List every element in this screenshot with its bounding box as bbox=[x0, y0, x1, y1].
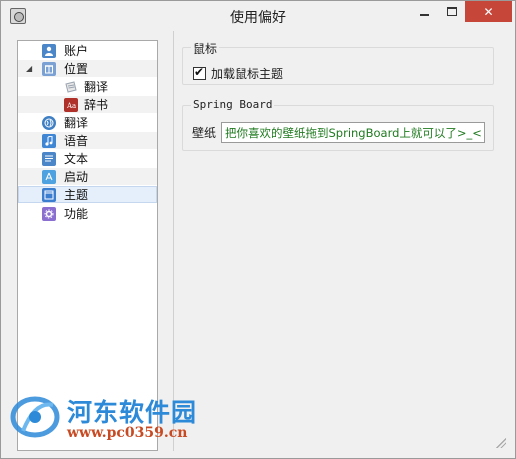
minimize-button[interactable] bbox=[411, 1, 438, 22]
sidebar-item-label: 文本 bbox=[64, 152, 89, 166]
svg-text:Aa: Aa bbox=[66, 102, 76, 110]
sidebar-item-location-translate[interactable]: 翻译 bbox=[18, 78, 157, 95]
maximize-icon bbox=[446, 7, 457, 16]
watermark-name: 河东软件园 bbox=[67, 398, 198, 427]
springboard-group-legend: Spring Board bbox=[191, 98, 275, 111]
sidebar-item-label: 语音 bbox=[64, 134, 89, 148]
sidebar-item-features[interactable]: 功能 bbox=[18, 205, 157, 222]
gear-icon bbox=[42, 206, 56, 221]
maximize-button[interactable] bbox=[438, 1, 465, 22]
sidebar-item-text[interactable]: 文本 bbox=[18, 150, 157, 167]
text-icon bbox=[42, 151, 56, 166]
close-button[interactable]: ✕ bbox=[465, 1, 512, 22]
load-mouse-theme-label[interactable]: 加载鼠标主题 bbox=[211, 65, 283, 82]
location-icon bbox=[42, 61, 56, 76]
dictionary-icon: Aa bbox=[64, 97, 78, 112]
sidebar-item-launch[interactable]: 启动 bbox=[18, 168, 157, 185]
resize-grip[interactable] bbox=[496, 438, 506, 448]
sidebar-item-voice[interactable]: 语音 bbox=[18, 132, 157, 149]
watermark: 河东软件园 www.pc0359.cn bbox=[9, 391, 239, 451]
translate-sub-icon bbox=[64, 80, 78, 94]
appstore-icon bbox=[42, 169, 56, 184]
music-note-icon bbox=[42, 133, 56, 148]
theme-icon bbox=[42, 187, 56, 202]
mouse-group-legend: 鼠标 bbox=[191, 40, 220, 57]
sidebar-item-label: 主题 bbox=[64, 188, 89, 202]
sidebar-item-label: 启动 bbox=[64, 170, 89, 184]
preferences-window: 使用偏好 ✕ 账户 ◢ 位置 翻译 Aa 辞书 翻译 语音 文本 启动 主题 功… bbox=[0, 0, 516, 459]
wallpaper-label: 壁纸 bbox=[192, 126, 217, 140]
sidebar-item-label: 翻译 bbox=[64, 116, 89, 130]
watermark-url: www.pc0359.cn bbox=[67, 425, 188, 441]
watermark-logo-icon bbox=[10, 396, 60, 438]
sidebar-item-theme[interactable]: 主题 bbox=[18, 186, 157, 203]
expand-arrow-icon[interactable]: ◢ bbox=[26, 64, 32, 73]
sidebar-item-label: 账户 bbox=[64, 44, 89, 58]
sidebar-item-label: 翻译 bbox=[84, 80, 109, 94]
sidebar-item-label: 辞书 bbox=[84, 98, 109, 112]
wallpaper-drop-field[interactable]: 把你喜欢的壁纸拖到SpringBoard上就可以了>_< bbox=[221, 122, 485, 143]
load-mouse-theme-checkbox[interactable] bbox=[193, 65, 206, 80]
theme-settings-panel: 鼠标 加载鼠标主题 Spring Board 壁纸 把你喜欢的壁纸拖到Sprin… bbox=[173, 31, 509, 451]
sidebar-item-label: 功能 bbox=[64, 207, 89, 221]
mouse-group: 鼠标 加载鼠标主题 bbox=[182, 40, 494, 85]
springboard-group: Spring Board 壁纸 把你喜欢的壁纸拖到SpringBoard上就可以… bbox=[182, 98, 494, 151]
title-bar[interactable]: 使用偏好 ✕ bbox=[1, 1, 515, 31]
sidebar-item-location[interactable]: ◢ 位置 bbox=[18, 60, 157, 77]
sidebar-item-label: 位置 bbox=[64, 62, 89, 76]
sidebar-item-translate[interactable]: 翻译 bbox=[18, 114, 157, 131]
globe-icon bbox=[42, 115, 56, 130]
sidebar-tree[interactable]: 账户 ◢ 位置 翻译 Aa 辞书 翻译 语音 文本 启动 主题 功能 bbox=[17, 40, 158, 451]
sidebar-item-dictionary[interactable]: Aa 辞书 bbox=[18, 96, 157, 113]
account-icon bbox=[42, 43, 56, 58]
minimize-icon bbox=[420, 13, 429, 16]
close-icon: ✕ bbox=[483, 4, 494, 19]
sidebar-item-account[interactable]: 账户 bbox=[18, 42, 157, 59]
